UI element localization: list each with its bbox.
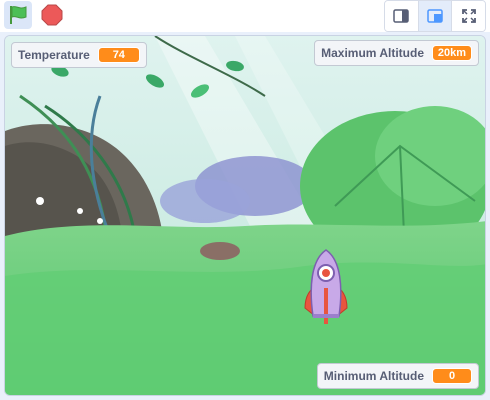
green-flag-icon <box>10 6 27 24</box>
minimum-altitude-value: 0 <box>432 368 472 384</box>
stop-button[interactable] <box>38 1 66 29</box>
rocket-sprite[interactable] <box>301 248 351 328</box>
fullscreen-icon <box>461 9 476 23</box>
green-flag-button[interactable] <box>4 1 32 29</box>
stop-icon <box>41 4 63 26</box>
jungle-backdrop <box>5 36 485 395</box>
large-stage-button[interactable] <box>418 1 453 31</box>
small-stage-icon <box>393 9 410 23</box>
temperature-monitor[interactable]: Temperature 74 <box>11 42 147 68</box>
small-stage-button[interactable] <box>385 1 419 31</box>
fullscreen-button[interactable] <box>452 1 485 31</box>
maximum-altitude-label: Maximum Altitude <box>321 46 424 60</box>
maximum-altitude-value: 20km <box>432 45 472 61</box>
temperature-value: 74 <box>97 47 140 63</box>
stage-toolbar <box>0 0 490 32</box>
stage-size-controls <box>384 0 486 32</box>
maximum-altitude-monitor[interactable]: Maximum Altitude 20km <box>314 40 479 66</box>
minimum-altitude-label: Minimum Altitude <box>323 369 424 383</box>
minimum-altitude-monitor[interactable]: Minimum Altitude 0 <box>316 363 479 389</box>
large-stage-icon <box>427 9 443 23</box>
stage[interactable]: Temperature 74 Maximum Altitude 20km Min… <box>4 35 486 396</box>
temperature-label: Temperature <box>18 48 90 62</box>
